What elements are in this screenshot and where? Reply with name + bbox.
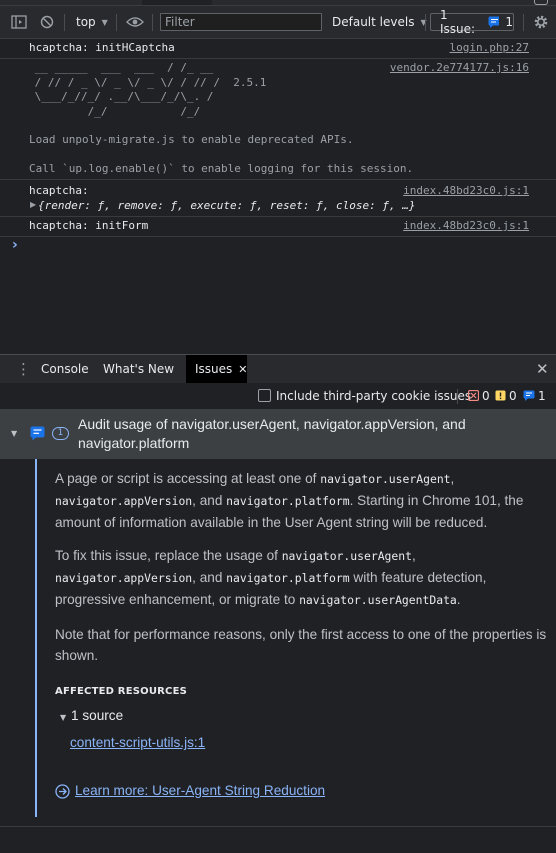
affected-resource-link[interactable]: content-script-utils.js:1 [70, 735, 205, 750]
message-text: Load unpoly-migrate.js to enable depreca… [29, 133, 354, 146]
close-tab-icon[interactable]: ✕ [238, 363, 247, 376]
issue-accent-bar [35, 459, 37, 817]
affected-resources-heading: AFFECTED RESOURCES [55, 686, 188, 697]
console-message: hcaptcha: initForm index.48bd23c0.js:1 [0, 217, 556, 237]
unpoly-ascii-banner: __ _____ ___ ___ / /_ __ / // / _ \/ _ \… [34, 61, 267, 118]
issue-note-paragraph: Note that for performance reasons, only … [55, 627, 547, 663]
issue-count-badge: 1 [52, 427, 69, 440]
close-drawer-icon[interactable]: ✕ [536, 355, 549, 383]
info-icon [523, 390, 535, 401]
third-party-label: Include third-party cookie issues [276, 389, 472, 403]
info-message-icon [30, 426, 45, 444]
message-text: hcaptcha: [29, 184, 89, 197]
issue-body: A page or script is accessing at least o… [0, 459, 556, 853]
clear-console-icon[interactable] [40, 6, 54, 38]
tab-whats-new[interactable]: What's New [103, 355, 174, 383]
info-message-icon [488, 16, 500, 28]
context-select[interactable]: top ▼ [76, 6, 108, 38]
settings-gear-icon[interactable] [534, 0, 548, 5]
message-text: Call `up.log.enable()` to enable logging… [29, 162, 414, 175]
tab-console[interactable]: Console [41, 355, 89, 383]
warning-count: 0 [509, 389, 517, 403]
console-toolbar: top ▼ Filter Default levels ▼ 1 Issue: 1 [0, 6, 556, 39]
issue-fix-paragraph: To fix this issue, replace the usage of … [55, 548, 487, 607]
log-levels-select[interactable]: Default levels ▼ [332, 6, 427, 38]
context-label: top [76, 15, 96, 29]
issues-counter-button[interactable]: 1 Issue: 1 [430, 8, 514, 36]
expand-triangle-icon[interactable]: ▶ [30, 200, 36, 209]
tab-issues-label: Issues [195, 362, 233, 376]
message-text: hcaptcha: initForm [29, 219, 149, 232]
collapse-triangle-icon[interactable]: ▼ [11, 429, 17, 438]
collapse-triangle-icon[interactable]: ▼ [60, 713, 66, 722]
drawer-tabbar: ⋮ Console What's New Issues ✕ ✕ [0, 354, 556, 384]
info-count: 1 [538, 389, 546, 403]
error-icon [467, 389, 480, 402]
console-log: hcaptcha: initHCaptcha login.php:27 __ _… [0, 39, 556, 354]
console-settings-gear-icon[interactable] [533, 6, 549, 38]
sidebar-toggle-icon[interactable] [11, 6, 27, 38]
error-count: 0 [482, 389, 490, 403]
message-source-link[interactable]: index.48bd23c0.js:1 [403, 184, 529, 197]
source-count[interactable]: 1 source [71, 708, 123, 723]
drawer-menu-icon[interactable]: ⋮ [16, 355, 31, 383]
issue-description-paragraph: A page or script is accessing at least o… [55, 471, 524, 530]
object-preview[interactable]: {render: ƒ, remove: ƒ, execute: ƒ, reset… [38, 199, 416, 212]
tab-console-selected[interactable] [142, 0, 212, 5]
console-message: hcaptcha: index.48bd23c0.js:1 ▶ {render:… [0, 180, 556, 217]
live-expression-eye-icon[interactable] [126, 6, 144, 38]
learn-more-link[interactable]: Learn more: User-Agent String Reduction [75, 783, 325, 798]
issue-header[interactable]: ▼ 1 Audit usage of navigator.userAgent, … [0, 409, 556, 459]
log-levels-label: Default levels [332, 15, 415, 29]
warning-icon [495, 390, 506, 401]
third-party-checkbox[interactable] [258, 389, 271, 402]
issue-title: Audit usage of navigator.userAgent, navi… [78, 416, 466, 451]
external-link-arrow-icon [55, 784, 70, 802]
message-source-link[interactable]: login.php:27 [450, 41, 529, 54]
console-message: hcaptcha: initHCaptcha login.php:27 [0, 39, 556, 59]
filter-input[interactable]: Filter [160, 13, 322, 31]
chevron-down-icon: ▼ [101, 17, 108, 27]
divider [0, 826, 556, 827]
tab-issues[interactable]: Issues ✕ [186, 355, 248, 383]
message-text: hcaptcha: initHCaptcha [29, 41, 175, 54]
message-source-link[interactable]: vendor.2e774177.js:16 [390, 61, 529, 74]
issues-counter-value: 1 [505, 15, 513, 29]
issues-toolbar: Include third-party cookie issues 0 0 1 [0, 383, 556, 410]
console-message: __ _____ ___ ___ / /_ __ / // / _ \/ _ \… [0, 59, 556, 180]
console-prompt-icon[interactable]: › [12, 237, 18, 253]
issues-counter-label: 1 Issue: [440, 8, 476, 36]
message-source-link[interactable]: index.48bd23c0.js:1 [403, 219, 529, 232]
